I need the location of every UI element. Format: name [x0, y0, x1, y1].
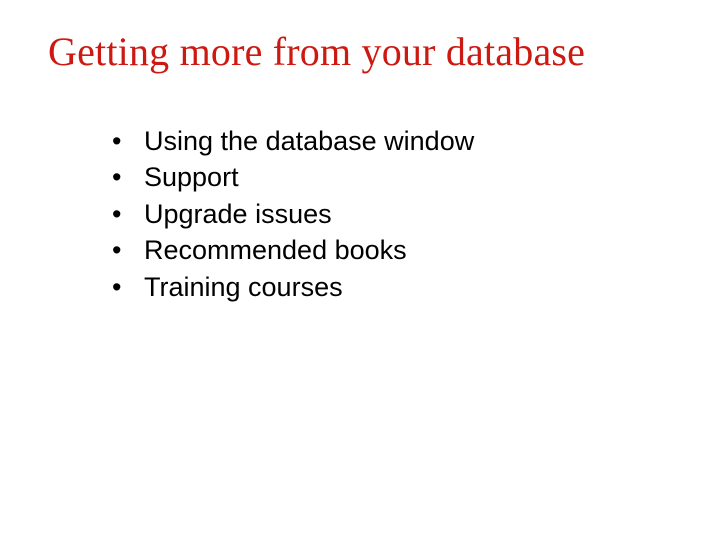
slide: Getting more from your database Using th… [0, 0, 720, 540]
list-item: Support [112, 159, 672, 195]
list-item-text: Support [144, 162, 239, 192]
list-item: Upgrade issues [112, 196, 672, 232]
list-item-text: Upgrade issues [144, 199, 332, 229]
bullet-list: Using the database window Support Upgrad… [48, 123, 672, 305]
list-item-text: Training courses [144, 272, 343, 302]
list-item-text: Using the database window [144, 126, 474, 156]
list-item: Recommended books [112, 232, 672, 268]
list-item: Training courses [112, 269, 672, 305]
slide-title: Getting more from your database [48, 28, 672, 75]
list-item-text: Recommended books [144, 235, 407, 265]
list-item: Using the database window [112, 123, 672, 159]
